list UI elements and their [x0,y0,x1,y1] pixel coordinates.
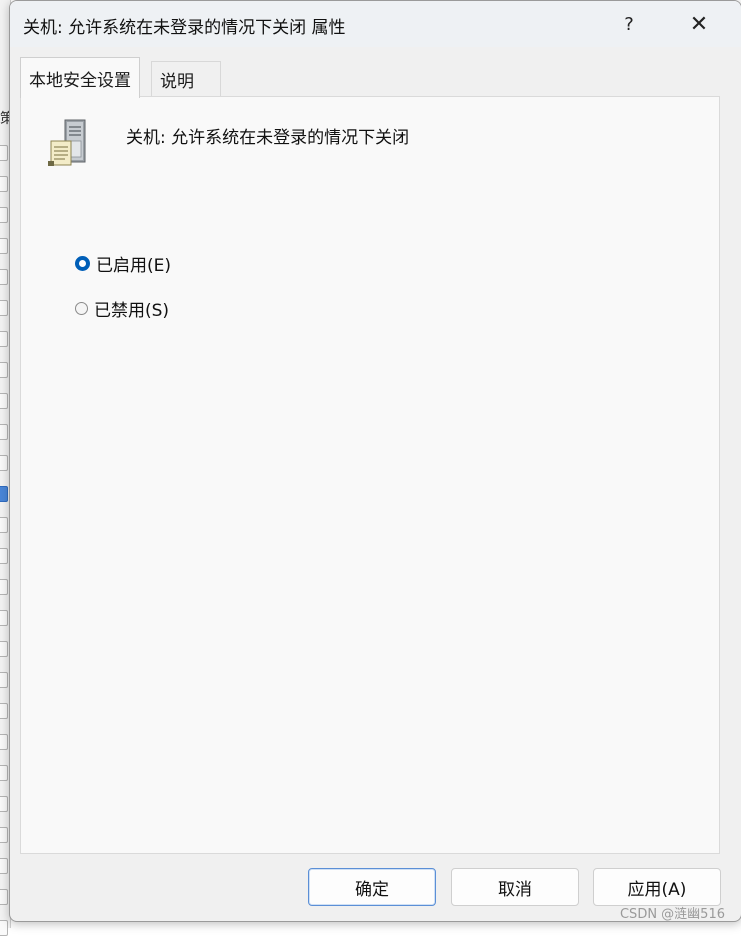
properties-dialog: 关机: 允许系统在未登录的情况下关闭 属性 ? ✕ 本地安全设置 说明 关机: … [9,0,741,922]
background-list-icon [0,920,8,936]
background-list-icon [0,269,8,285]
tab-panel: 关机: 允许系统在未登录的情况下关闭 已启用(E) 已禁用(S) [20,96,720,854]
watermark: CSDN @涟幽516 [619,907,725,922]
background-list-icon [0,672,8,688]
title-bar: 关机: 允许系统在未登录的情况下关闭 属性 ? ✕ [10,1,741,47]
background-list-icon [0,238,8,254]
background-list-icon [0,641,8,657]
background-list-icon [0,889,8,905]
tab-local-security-setting[interactable]: 本地安全设置 [20,57,140,98]
background-list-icon [0,765,8,781]
background-list-icon [0,331,8,347]
background-list-icon [0,424,8,440]
help-icon: ? [624,13,634,35]
background-list-icon [0,176,8,192]
radio-enabled-indicator[interactable] [75,255,90,271]
help-button[interactable]: ? [594,1,664,47]
background-list-icon [0,393,8,409]
background-list-icon [0,548,8,564]
radio-enabled-label[interactable]: 已启用(E) [96,251,171,276]
close-button[interactable]: ✕ [664,1,734,47]
policy-name: 关机: 允许系统在未登录的情况下关闭 [126,128,410,148]
background-list-icon [0,145,8,161]
radio-disabled-label[interactable]: 已禁用(S) [94,296,169,321]
background-list-icon [0,362,8,378]
radio-disabled[interactable]: 已禁用(S) [75,296,169,321]
background-list-icon [0,734,8,750]
background-list-icon [0,517,8,533]
background-list-icon [0,486,8,502]
background-list-icon [0,579,8,595]
background-list-icon [0,455,8,471]
background-list-icon [0,858,8,874]
background-list-icon [0,827,8,843]
tab-explain[interactable]: 说明 [151,61,221,97]
background-list-icon [0,300,8,316]
radio-disabled-indicator[interactable] [75,301,88,315]
ok-button[interactable]: 确定 [308,868,436,906]
radio-enabled[interactable]: 已启用(E) [75,251,171,276]
background-list-icon [0,703,8,719]
background-list-icon [0,610,8,626]
cancel-button[interactable]: 取消 [451,868,579,906]
tab-strip: 本地安全设置 说明 [10,57,741,98]
background-list-icon [0,207,8,223]
background-list-icon [0,796,8,812]
apply-button[interactable]: 应用(A) [593,868,721,906]
dialog-title: 关机: 允许系统在未登录的情况下关闭 属性 [23,18,346,38]
close-icon: ✕ [689,11,709,37]
server-icon [48,119,86,166]
